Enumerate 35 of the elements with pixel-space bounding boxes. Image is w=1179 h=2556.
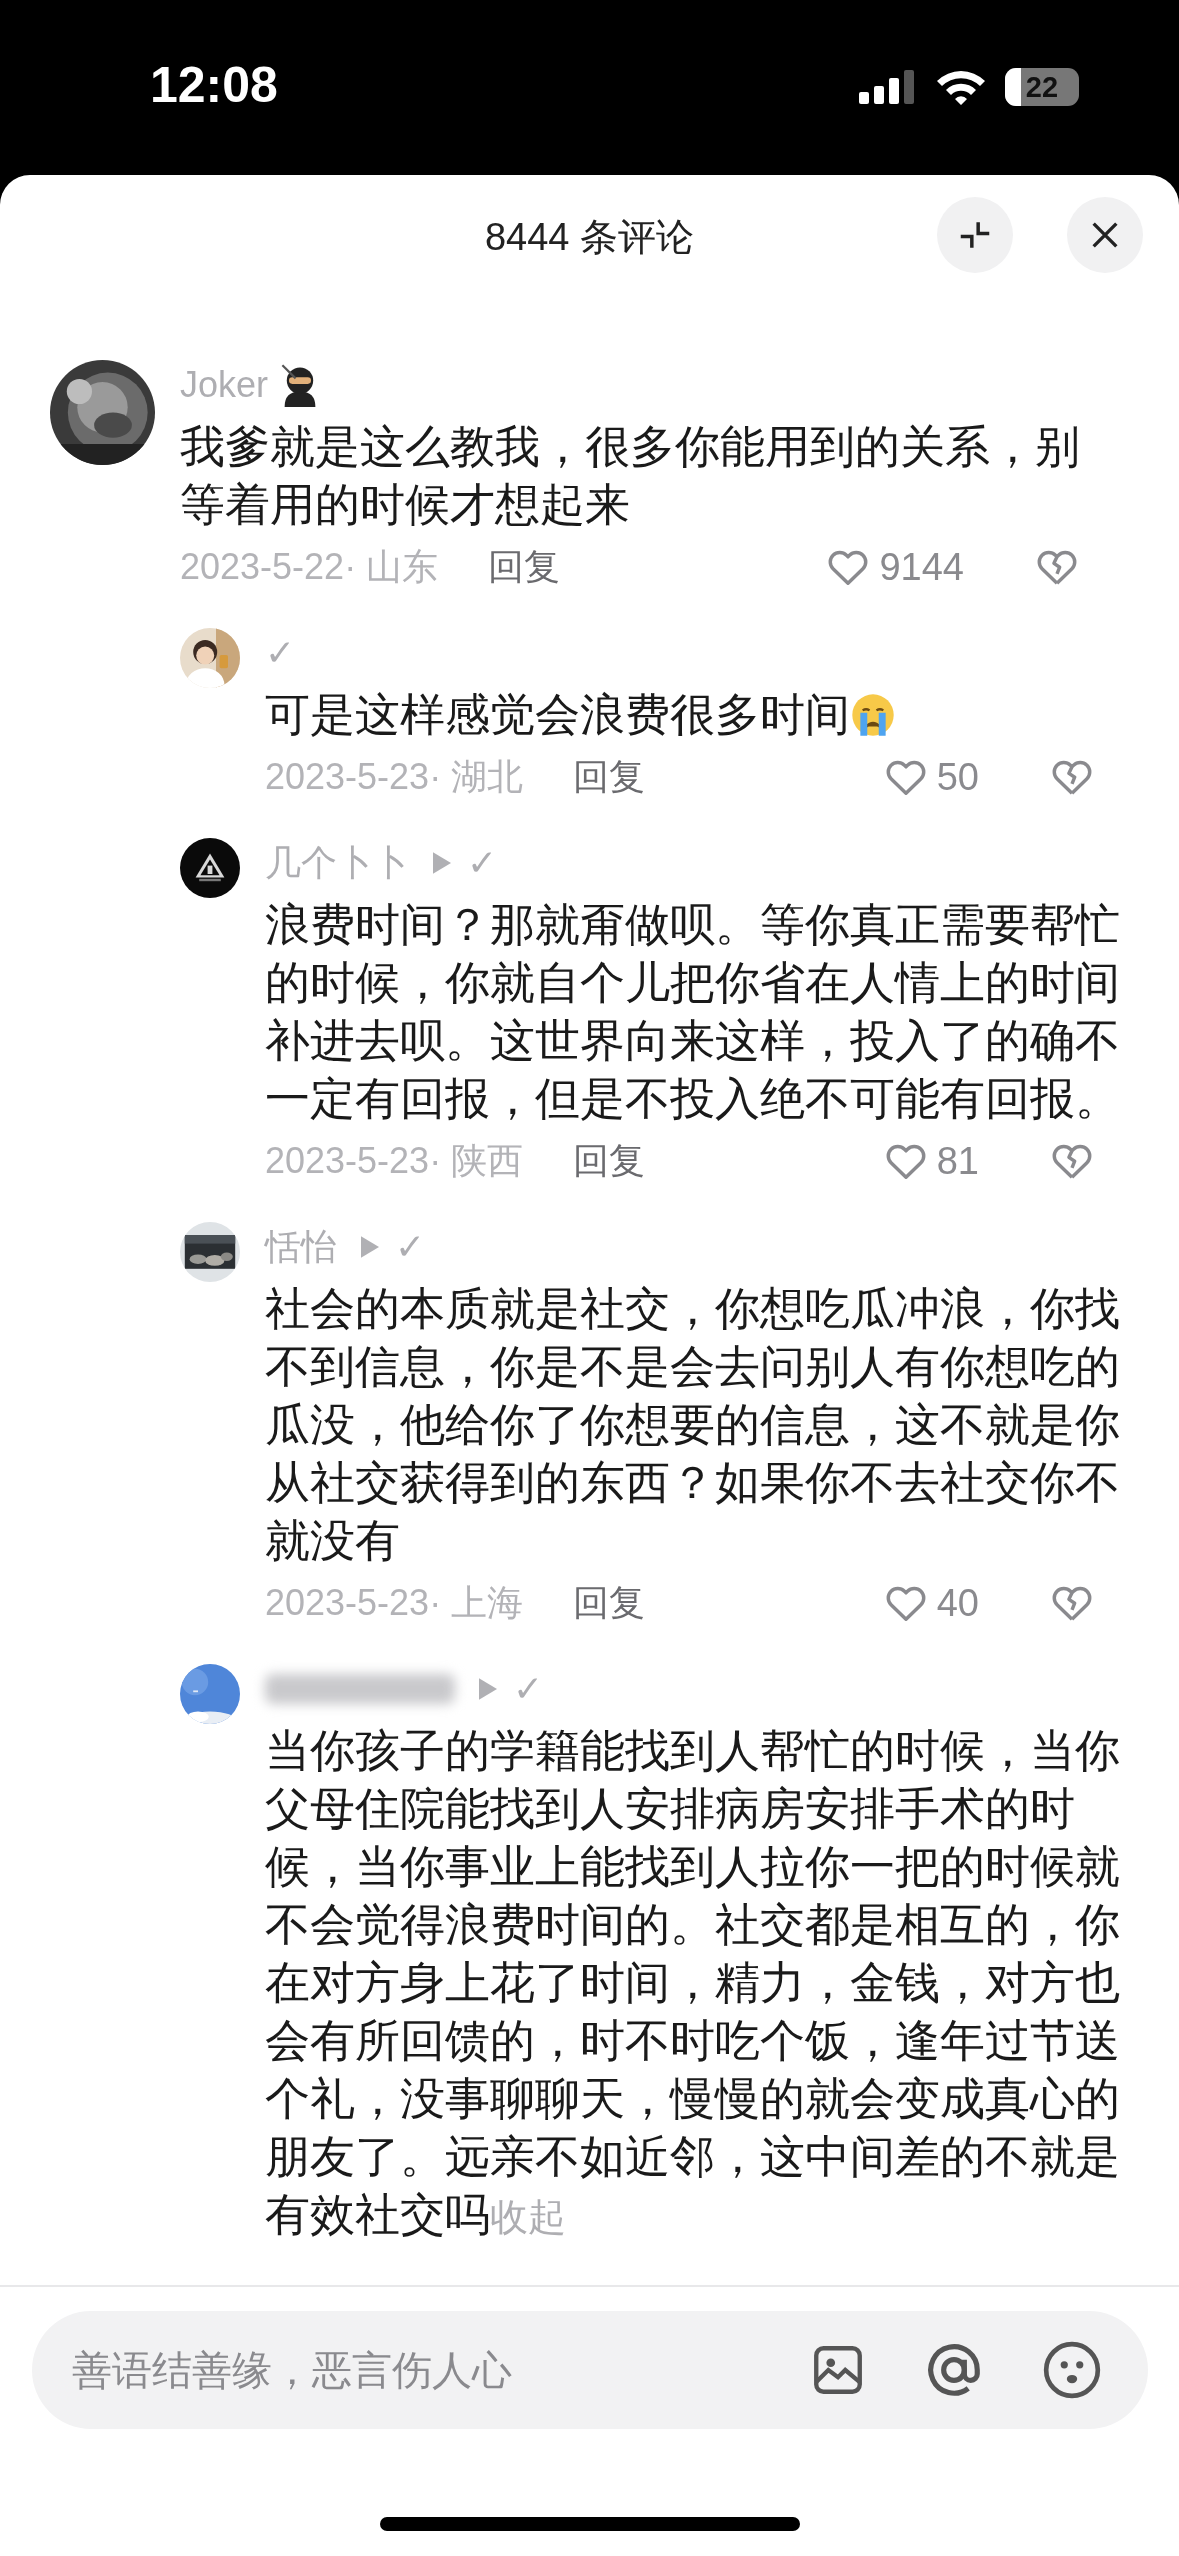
reply-target-name[interactable]: ✓ <box>395 1226 426 1268</box>
status-time: 12:08 <box>150 56 278 114</box>
wifi-icon <box>935 68 987 106</box>
reply-text: 社会的本质就是社交，你想吃瓜冲浪，你找不到信息，你是不是会去问别人有你想吃的瓜没，他给你了你想要的信息，这不就是你从社交获得到的东西？如果你不去社交你不就没有 <box>265 1282 1121 1568</box>
reply-target-name[interactable]: ✓ <box>513 1668 544 1710</box>
battery-indicator: 22 <box>1005 68 1079 106</box>
like-count: 50 <box>936 755 979 799</box>
like-count: 81 <box>936 1139 979 1183</box>
author-name[interactable]: 几个卜卜 <box>265 838 409 888</box>
reply-text: 浪费时间？那就甭做呗。等你真正需要帮忙的时候，你就自个儿把你省在人情上的时间补进去呗。这世界向来这样，投入了的确不一定有回报，但是不投入绝不可能有回报。 <box>265 898 1121 1126</box>
crying-face-icon <box>850 692 896 738</box>
reply-link[interactable]: 回复 <box>488 542 561 592</box>
reply-link[interactable]: 回复 <box>573 752 646 802</box>
comment-date: 2023-5-23· 陕西 <box>265 1138 524 1183</box>
comment-date: 2023-5-23· 湖北 <box>265 754 524 799</box>
play-triangle-icon <box>361 1236 379 1258</box>
comment-date: 2023-5-23· 上海 <box>265 1580 524 1625</box>
comments-title: 8444 条评论 <box>484 214 695 260</box>
play-triangle-icon <box>433 852 451 874</box>
comment-text: 我爹就是这么教我，很多你能用到的关系，别等着用的时候才想起来 <box>180 420 1081 532</box>
reply-link[interactable]: 回复 <box>573 1136 646 1186</box>
author-name[interactable]: 恬怡 <box>265 1222 337 1272</box>
collapse-link[interactable]: 收起 <box>490 2196 566 2238</box>
play-triangle-icon <box>479 1678 497 1700</box>
like-count: 40 <box>936 1581 979 1625</box>
reply-link[interactable]: 回复 <box>573 1578 646 1628</box>
author-name[interactable]: ✓ <box>265 632 296 674</box>
signal-icon <box>859 70 917 104</box>
like-count: 9144 <box>879 545 964 589</box>
comment-input[interactable]: 善语结善缘，恶言伤人心 <box>69 2346 753 2394</box>
reply-text: 当你孩子的学籍能找到人帮忙的时候，当你父母住院能找到人安排病房安排手术的时候，当你事业上能找到人拉你一把的时候就不会觉得浪费时间的。社交都是相互的，你在对方身上花了时间，精力，金钱，对方也会有所回馈的，时不时吃个饭，逢年过节送个礼，没事聊聊天，慢慢的就会变成真心的朋友了。远亲不如近邻，这中间差的不就是有效社交吗收起 <box>265 1724 1121 2242</box>
reply-target-name[interactable]: ✓ <box>467 842 498 884</box>
comment-date: 2023-5-22· 山东 <box>180 544 439 589</box>
reply-text: 可是这样感觉会浪费很多时间 <box>265 686 1135 744</box>
author-name[interactable]: Joker <box>180 364 269 406</box>
